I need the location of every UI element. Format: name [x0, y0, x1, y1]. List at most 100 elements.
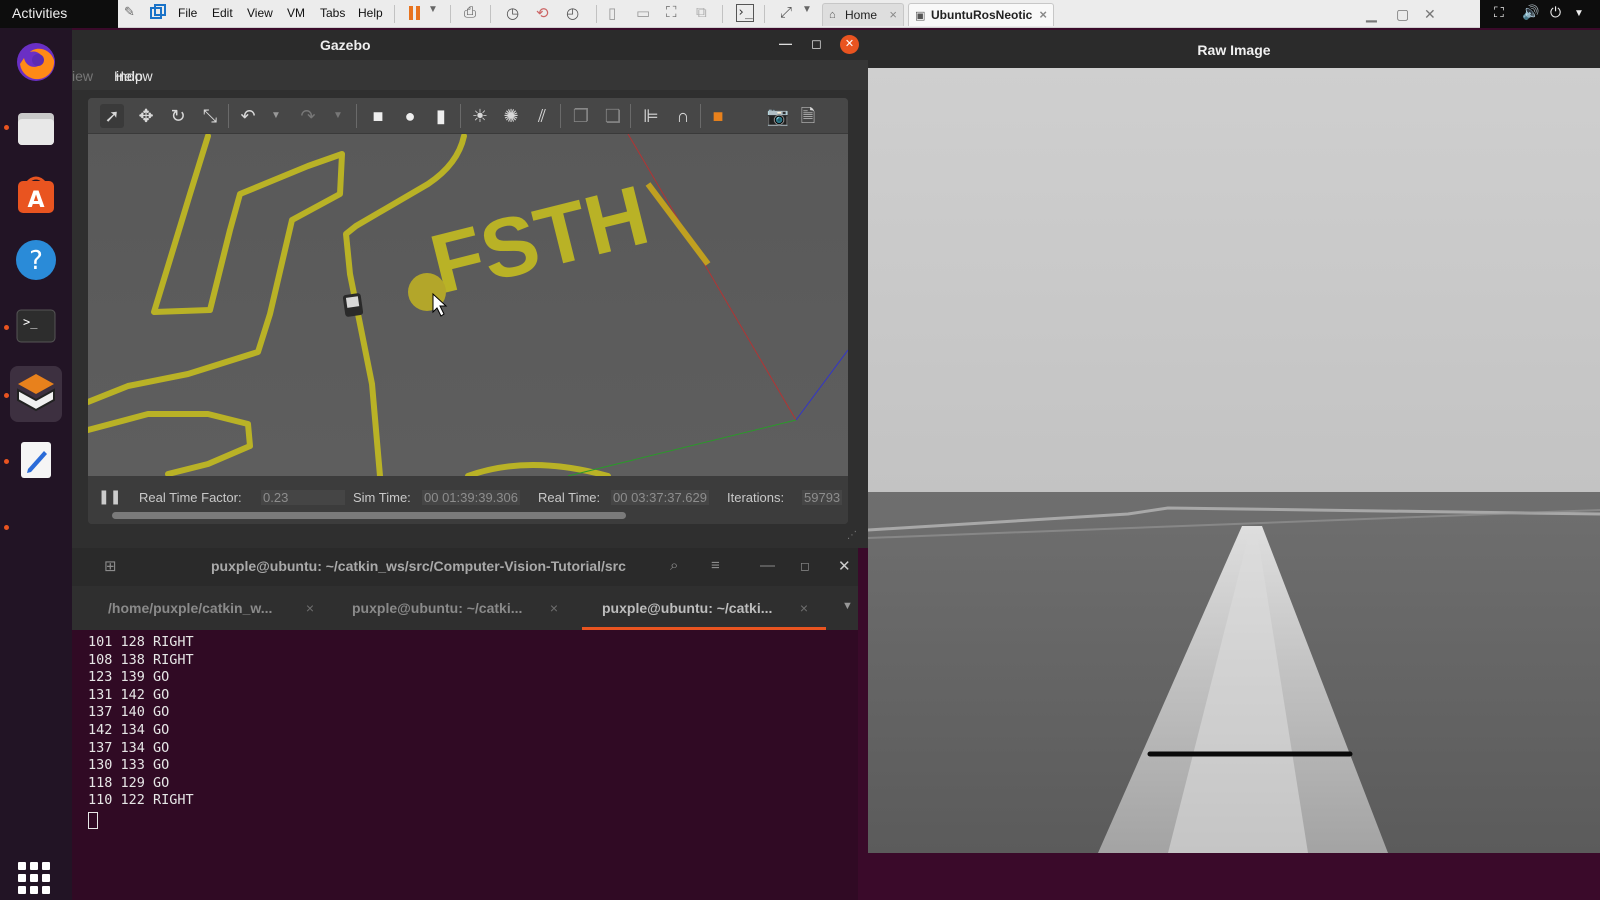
undo-dropdown-icon[interactable]: ▼	[264, 104, 288, 128]
close-icon[interactable]: ×	[1039, 7, 1047, 22]
thumbnail-view-icon[interactable]: ▭	[636, 4, 654, 22]
terminal-headerbar[interactable]: ⊞ puxple@ubuntu: ~/catkin_ws/src/Compute…	[72, 548, 858, 586]
rtf-label: Real Time Factor:	[139, 490, 242, 505]
stretch-icon[interactable]: ⤢	[780, 4, 798, 22]
redo-icon[interactable]: ↷	[296, 104, 320, 128]
gazebo-menubar: iew indow Help	[72, 60, 868, 90]
maximize-icon[interactable]: ◻	[811, 36, 822, 52]
volume-icon[interactable]: 🔊	[1522, 4, 1539, 21]
system-menu-arrow-icon[interactable]: ▼	[1574, 8, 1584, 19]
scale-mode-icon[interactable]: ⤡	[198, 104, 222, 128]
close-icon[interactable]: ×	[800, 600, 808, 616]
dropdown-arrow-icon[interactable]: ▼	[428, 4, 446, 22]
home-icon: ⌂	[829, 9, 836, 21]
search-icon[interactable]: ⌕	[670, 557, 678, 574]
menu-view[interactable]: View	[247, 6, 273, 20]
screenshot-icon[interactable]: 📷	[766, 104, 790, 128]
stretch-dropdown-icon[interactable]: ▼	[802, 4, 820, 22]
revert-snapshot-icon[interactable]: ⟲	[536, 4, 554, 22]
close-icon[interactable]: ✕	[838, 557, 851, 575]
terminal-tab-3[interactable]: puxple@ubuntu: ~/catki... ×	[582, 586, 826, 630]
minimize-icon[interactable]: —	[760, 557, 775, 574]
redo-dropdown-icon[interactable]: ▼	[326, 104, 350, 128]
vmware-logo-icon[interactable]	[150, 4, 168, 22]
close-icon[interactable]: ×	[550, 600, 558, 616]
log-icon[interactable]: 🗎	[796, 104, 820, 128]
tab-ubuntu-ros-neotic[interactable]: ▣ UbuntuRosNeotic ×	[908, 3, 1054, 26]
svg-text:>_: >_	[23, 315, 38, 329]
maximize-icon[interactable]: ◻	[800, 559, 810, 573]
spot-light-icon[interactable]: ✺	[499, 104, 523, 128]
minimize-icon[interactable]: —	[779, 36, 792, 51]
activities-button[interactable]: Activities	[12, 5, 67, 21]
terminal-icon[interactable]: >_	[12, 302, 60, 350]
output-line: 130 133 GO	[88, 757, 170, 774]
raw-image-view[interactable]	[868, 68, 1600, 853]
raw-image-title[interactable]: Raw Image	[868, 30, 1600, 68]
copy-icon[interactable]: ❐	[569, 104, 593, 128]
network-icon[interactable]: ⛶	[1494, 4, 1504, 21]
snapshot-icon[interactable]: ◷	[506, 4, 524, 22]
new-tab-icon[interactable]: ⊞	[104, 557, 117, 575]
menu-edit[interactable]: Edit	[212, 6, 233, 20]
pin-icon[interactable]: ✎	[124, 4, 142, 22]
menu-file[interactable]: File	[178, 6, 197, 20]
menu-help[interactable]: Help	[114, 68, 143, 84]
console-icon[interactable]: ›_	[736, 4, 754, 22]
rotate-mode-icon[interactable]: ↻	[166, 104, 190, 128]
close-icon[interactable]: ✕	[1424, 6, 1436, 23]
files-icon[interactable]	[12, 104, 60, 152]
close-icon[interactable]: ×	[889, 7, 897, 22]
sidebar-view-icon[interactable]: ▯	[608, 4, 626, 22]
terminal-tab-2[interactable]: puxple@ubuntu: ~/catki... ×	[332, 586, 576, 630]
translate-mode-icon[interactable]: ✥	[134, 104, 158, 128]
cylinder-shape-icon[interactable]: ▮	[429, 104, 453, 128]
help-icon[interactable]: ?	[12, 236, 60, 284]
unity-icon[interactable]: ⧉	[696, 4, 714, 22]
box-shape-icon[interactable]: ■	[366, 104, 390, 128]
menu-vm[interactable]: VM	[287, 6, 305, 20]
directional-light-icon[interactable]: ⫽	[530, 104, 554, 128]
tab-home[interactable]: ⌂ Home ×	[822, 3, 904, 26]
fullscreen-icon[interactable]: ⛶	[666, 4, 684, 22]
undo-icon[interactable]: ↶	[236, 104, 260, 128]
resize-grip-icon[interactable]: ⋰	[847, 530, 857, 541]
close-icon[interactable]: ✕	[840, 35, 859, 54]
tabs-dropdown-icon[interactable]: ▼	[842, 600, 853, 612]
menu-view-partial[interactable]: iew	[72, 68, 93, 84]
menu-help[interactable]: Help	[358, 6, 383, 20]
pause-icon[interactable]: ❚❚	[98, 488, 121, 505]
svg-text:A: A	[27, 188, 44, 213]
software-center-icon[interactable]: A	[12, 170, 60, 218]
pause-vm-icon[interactable]	[406, 4, 424, 22]
output-line: 110 122 RIGHT	[88, 792, 194, 809]
gazebo-icon[interactable]	[10, 366, 62, 422]
align-icon[interactable]: ⊫	[639, 104, 663, 128]
point-light-icon[interactable]: ☀	[468, 104, 492, 128]
minimize-icon[interactable]: ▁	[1366, 6, 1377, 23]
change-view-icon[interactable]: ■	[706, 104, 730, 128]
menu-tabs[interactable]: Tabs	[320, 6, 345, 20]
close-icon[interactable]: ×	[306, 600, 314, 616]
hamburger-menu-icon[interactable]: ≡	[711, 557, 720, 574]
gazebo-titlebar[interactable]: Gazebo — ◻ ✕	[72, 30, 868, 60]
terminal-output[interactable]: 101 128 RIGHT 108 138 RIGHT 123 139 GO 1…	[88, 634, 194, 829]
horizontal-scrollbar[interactable]	[112, 512, 626, 519]
show-applications-icon[interactable]	[18, 862, 50, 894]
gazebo-3d-viewport[interactable]: FSTH	[88, 134, 848, 476]
firefox-icon[interactable]	[12, 38, 60, 86]
paste-icon[interactable]: ❏	[601, 104, 625, 128]
power-icon[interactable]: ⏻	[1550, 4, 1561, 21]
snapshot-manager-icon[interactable]: ◴	[566, 4, 584, 22]
sphere-shape-icon[interactable]: ●	[398, 104, 422, 128]
snap-icon[interactable]: ∩	[671, 104, 695, 128]
output-line: 101 128 RIGHT	[88, 634, 194, 650]
send-keys-icon[interactable]: ⎙	[464, 4, 482, 22]
dock: A ? >_	[0, 28, 72, 900]
maximize-icon[interactable]: ▢	[1396, 6, 1409, 23]
terminal-window: ⊞ puxple@ubuntu: ~/catkin_ws/src/Compute…	[72, 548, 858, 900]
terminal-tab-1[interactable]: /home/puxple/catkin_w... ×	[88, 586, 332, 630]
select-mode-icon[interactable]: ➚	[100, 104, 124, 128]
text-editor-icon[interactable]	[12, 436, 60, 484]
svg-text:?: ?	[29, 246, 43, 276]
